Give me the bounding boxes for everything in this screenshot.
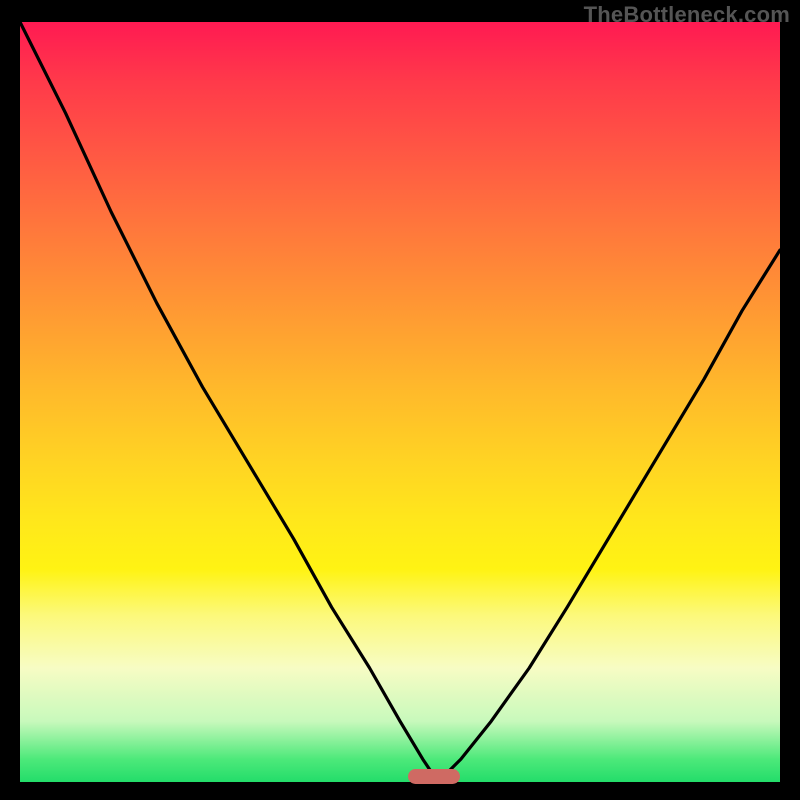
bottleneck-curve xyxy=(20,22,780,782)
plot-area xyxy=(20,22,780,782)
chart-frame: TheBottleneck.com xyxy=(0,0,800,800)
watermark-label: TheBottleneck.com xyxy=(584,2,790,28)
curve-path xyxy=(20,22,780,782)
optimal-marker xyxy=(408,769,460,784)
